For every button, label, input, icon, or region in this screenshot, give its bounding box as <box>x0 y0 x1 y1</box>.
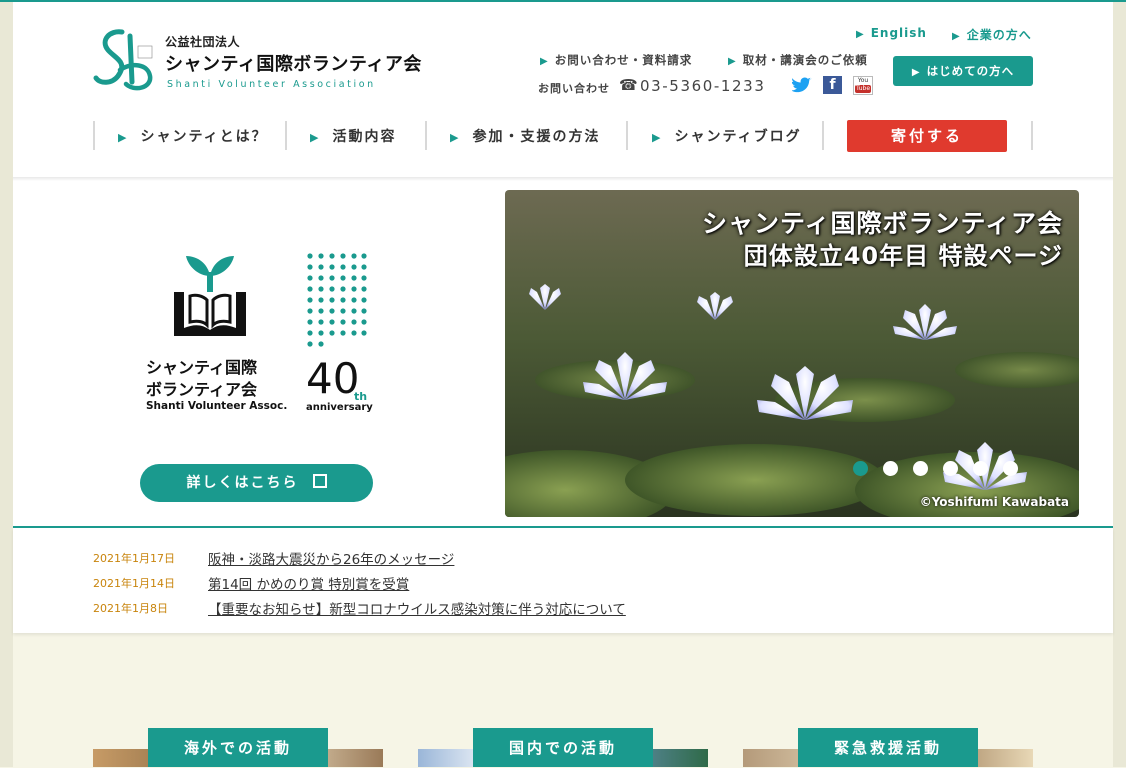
triangle-right-icon: ▶ <box>450 131 461 144</box>
slide-dot-1[interactable] <box>853 461 868 476</box>
triangle-right-icon: ▶ <box>728 56 737 67</box>
nav-item-about[interactable]: ▶ シャンティとは？ <box>118 126 268 146</box>
sva-logo-icon <box>93 29 153 91</box>
emblem-40: 40 <box>306 354 360 403</box>
contact-label: お問い合わせ <box>538 82 610 95</box>
nav-divider <box>626 121 628 150</box>
triangle-right-icon: ▶ <box>911 67 921 78</box>
slide-dot-6[interactable] <box>1003 461 1018 476</box>
media-request-link-label: 取材・講演会のご依頼 <box>742 53 868 67</box>
media-request-link[interactable]: ▶ 取材・講演会のご依頼 <box>728 52 868 68</box>
new-window-icon <box>312 474 327 488</box>
slide-dot-3[interactable] <box>913 461 928 476</box>
logo-org-name-en: Shanti Volunteer Association <box>167 79 376 90</box>
logo-corp-type: 公益社団法人 <box>165 35 241 49</box>
news-date: 2021年1月8日 <box>93 602 168 615</box>
page-margin-left <box>0 2 13 767</box>
nav-item-label: シャンティブログ <box>674 129 802 145</box>
nav-divider <box>285 121 287 150</box>
phone-number[interactable]: 03-5360-1233 <box>640 77 765 95</box>
photo-credit: ©Yoshifumi Kawabata <box>919 495 1069 509</box>
nav-divider <box>425 121 427 150</box>
nav-item-label: シャンティとは？ <box>140 129 268 145</box>
nav-item-support[interactable]: ▶ 参加・支援の方法 <box>450 126 600 146</box>
slide-title-line1: シャンティ国際ボランティア会 <box>701 209 1063 238</box>
nav-item-activities[interactable]: ▶ 活動内容 <box>310 126 396 146</box>
english-link[interactable]: ▶ English <box>856 26 927 40</box>
hero-slideshow[interactable]: シャンティ国際ボランティア会 団体設立40年目 特設ページ ©Yoshifumi… <box>505 190 1079 517</box>
overseas-activity-tab[interactable]: 海外での活動 <box>148 728 328 767</box>
page-margin-right <box>1113 2 1126 767</box>
emblem-org-line2: ボランティア会 <box>146 380 258 399</box>
donate-button[interactable]: 寄付する <box>847 120 1007 152</box>
slide-title-line2: 団体設立40年目 特設ページ <box>743 242 1063 270</box>
slide-dot-5[interactable] <box>973 461 988 476</box>
nav-divider <box>822 121 824 150</box>
logo-org-name: シャンティ国際ボランティア会 <box>165 54 422 75</box>
nav-divider <box>1031 121 1033 150</box>
corporate-link-label: 企業の方へ <box>966 28 1032 42</box>
hero-top-shadow <box>13 177 1113 181</box>
learn-more-label: 詳しくはこちら <box>186 475 299 491</box>
nav-divider <box>93 121 95 150</box>
phone-icon: ☎ <box>619 76 638 94</box>
news-date: 2021年1月17日 <box>93 552 175 565</box>
triangle-right-icon: ▶ <box>540 56 549 67</box>
inquiry-link-label: お問い合わせ・資料請求 <box>554 53 693 67</box>
triangle-right-icon: ▶ <box>118 131 129 144</box>
site-logo[interactable]: 公益社団法人 シャンティ国際ボランティア会 Shanti Volunteer A… <box>92 26 422 96</box>
twitter-icon[interactable] <box>792 76 812 94</box>
domestic-activity-tab[interactable]: 国内での活動 <box>473 728 653 767</box>
inquiry-link[interactable]: ▶ お問い合わせ・資料請求 <box>540 52 692 68</box>
nav-item-label: 参加・支援の方法 <box>472 129 601 145</box>
triangle-right-icon: ▶ <box>310 131 321 144</box>
learn-more-button[interactable]: 詳しくはこちら <box>140 464 373 502</box>
first-time-visitors-label: はじめての方へ <box>926 64 1015 78</box>
first-time-visitors-button[interactable]: ▶ はじめての方へ <box>893 56 1033 86</box>
triangle-right-icon: ▶ <box>952 31 961 42</box>
book-sprout-icon <box>174 256 246 336</box>
slide-dot-4[interactable] <box>943 461 958 476</box>
40th-anniversary-emblem[interactable]: シャンティ国際 ボランティア会 Shanti Volunteer Assoc. … <box>140 250 380 420</box>
emblem-org-en: Shanti Volunteer Assoc. <box>146 400 288 412</box>
news-date: 2021年1月14日 <box>93 577 175 590</box>
emblem-anniversary: anniversary <box>306 402 373 413</box>
corporate-link[interactable]: ▶ 企業の方へ <box>952 26 1032 43</box>
youtube-icon[interactable]: You Tube <box>853 76 873 95</box>
english-link-label: English <box>870 26 927 40</box>
triangle-right-icon: ▶ <box>652 131 663 144</box>
news-link[interactable]: 【重要なお知らせ】新型コロナウイルス感染対策に伴う対応について <box>208 598 626 618</box>
news-link[interactable]: 阪神・淡路大震災から26年のメッセージ <box>208 548 454 568</box>
dot-grid-icon <box>307 253 367 347</box>
nav-item-blog[interactable]: ▶ シャンティブログ <box>652 126 802 146</box>
emblem-org-line1: シャンティ国際 <box>146 358 258 377</box>
emergency-relief-tab[interactable]: 緊急救援活動 <box>798 728 978 767</box>
news-link[interactable]: 第14回 かめのり賞 特別賞を受賞 <box>208 573 409 593</box>
nav-item-label: 活動内容 <box>332 129 397 145</box>
triangle-right-icon: ▶ <box>856 29 865 40</box>
facebook-icon[interactable]: f <box>823 76 842 94</box>
slide-dot-2[interactable] <box>883 461 898 476</box>
